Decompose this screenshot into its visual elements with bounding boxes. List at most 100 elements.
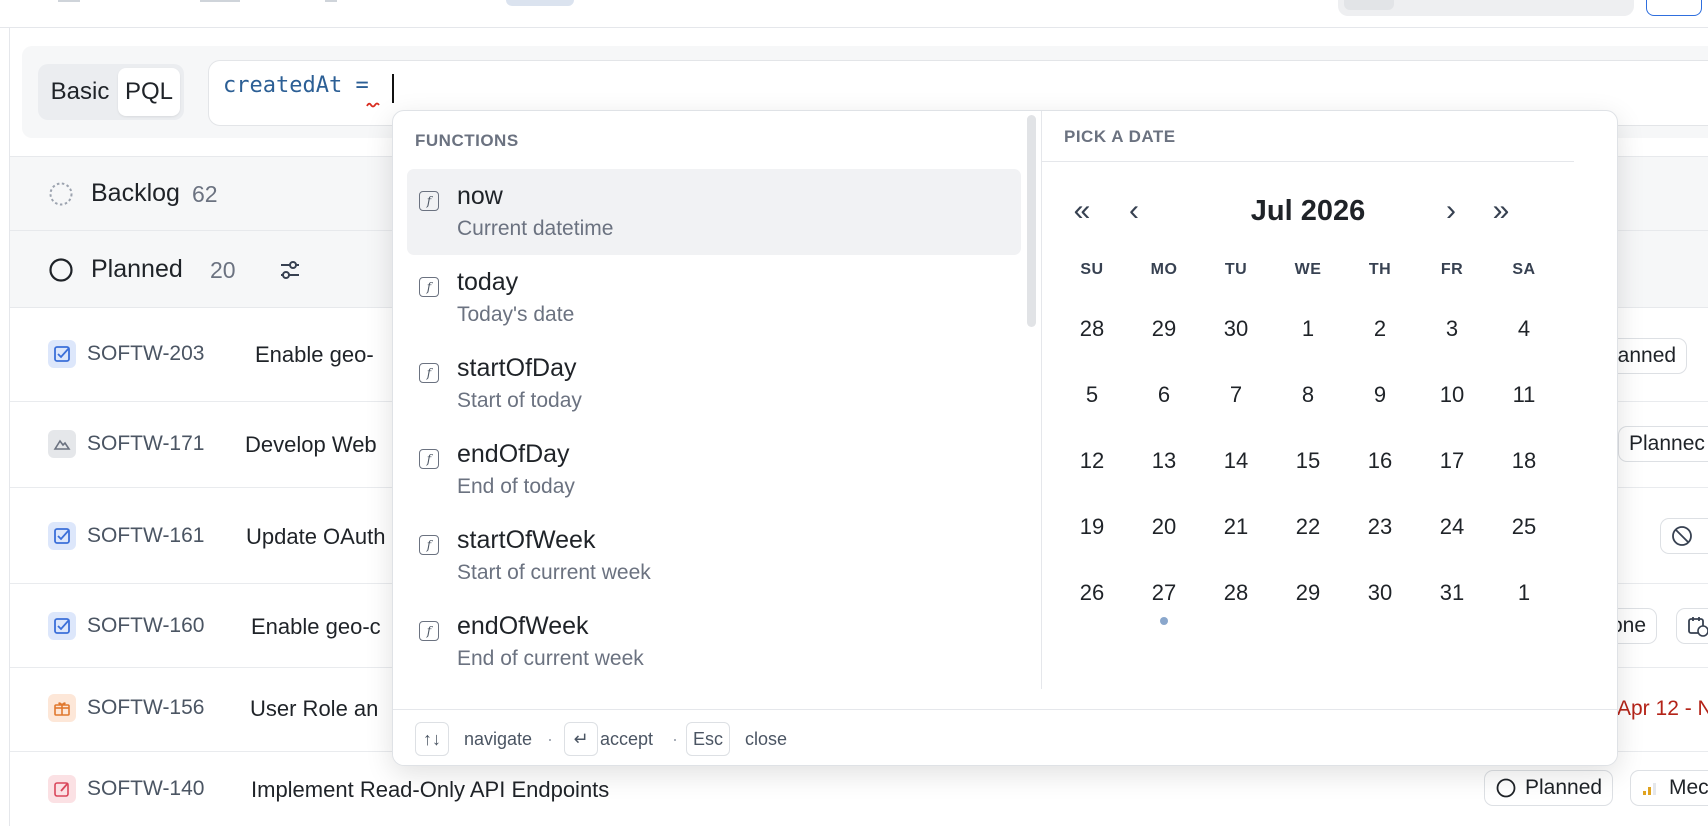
calendar-day[interactable]: 1 <box>1488 573 1560 613</box>
weekday-label: FR <box>1440 261 1464 278</box>
issue-id: SOFTW-161 <box>87 524 205 547</box>
next-month-icon[interactable]: › <box>1435 191 1467 231</box>
navigate-hint: navigate <box>464 729 533 749</box>
calendar-day[interactable]: 13 <box>1128 441 1200 481</box>
toolbar-fragment <box>200 0 240 2</box>
function-icon: f <box>419 449 439 469</box>
calendar-day[interactable]: 30 <box>1200 309 1272 349</box>
calendar-day[interactable]: 8 <box>1272 375 1344 415</box>
calendar-day[interactable]: 9 <box>1344 375 1416 415</box>
prev-year-icon[interactable]: « <box>1066 191 1098 231</box>
calendar-day[interactable]: 10 <box>1416 375 1488 415</box>
weekday-label: TU <box>1224 261 1248 278</box>
calendar-day[interactable]: 16 <box>1344 441 1416 481</box>
date-chip[interactable] <box>1676 608 1708 644</box>
calendar-day[interactable]: 12 <box>1056 441 1128 481</box>
function-icon: f <box>419 621 439 641</box>
calendar-day[interactable]: 15 <box>1272 441 1344 481</box>
calendar-day[interactable]: 28 <box>1056 309 1128 349</box>
status-chip[interactable]: Planned <box>1484 770 1614 806</box>
calendar-day[interactable]: 23 <box>1344 507 1416 547</box>
function-description: Start of today <box>457 389 582 412</box>
calendar-day[interactable]: 29 <box>1272 573 1344 613</box>
function-item[interactable]: f today Today's date <box>407 255 1021 341</box>
blocked-chip[interactable] <box>1660 518 1708 554</box>
calendar-day[interactable]: 28 <box>1200 573 1272 613</box>
calendar-day[interactable]: 5 <box>1056 375 1128 415</box>
due-date-range[interactable]: Apr 12 - N <box>1617 697 1708 721</box>
date-picker-panel: PICK A DATE Jul 2026 « ‹ › » SU MO TU WE TH F… <box>1042 111 1617 711</box>
group-label: Planned <box>91 255 183 283</box>
calendar-day[interactable]: 3 <box>1416 309 1488 349</box>
function-item[interactable]: f now Current datetime <box>407 169 1021 255</box>
calendar-day[interactable]: 19 <box>1056 507 1128 547</box>
calendar-day[interactable]: 14 <box>1200 441 1272 481</box>
syntax-error-squiggle <box>366 102 380 108</box>
backlog-status-icon <box>49 182 73 206</box>
function-name: endOfWeek <box>457 612 589 640</box>
prev-month-icon[interactable]: ‹ <box>1118 191 1150 231</box>
group-settings-icon[interactable] <box>278 258 302 282</box>
planned-status-icon <box>1496 778 1516 798</box>
issue-id: SOFTW-171 <box>87 432 205 455</box>
mode-basic-button[interactable]: Basic <box>42 68 118 116</box>
function-item[interactable]: f endOfWeek End of current week <box>407 599 1021 685</box>
functions-scrollbar[interactable] <box>1027 115 1036 327</box>
calendar-day[interactable]: 1 <box>1272 309 1344 349</box>
hint-separator: · <box>672 729 678 749</box>
group-count: 62 <box>192 181 218 207</box>
calendar-day[interactable]: 31 <box>1416 573 1488 613</box>
calendar-day[interactable]: 2 <box>1344 309 1416 349</box>
calendar-day[interactable]: 17 <box>1416 441 1488 481</box>
text-caret <box>392 74 394 103</box>
query-operator: = <box>355 73 369 98</box>
calendar-day[interactable]: 7 <box>1200 375 1272 415</box>
function-item[interactable]: f endOfDay End of today <box>407 427 1021 513</box>
function-icon: f <box>419 535 439 555</box>
function-name: startOfWeek <box>457 526 596 554</box>
weekday-label: SU <box>1080 261 1104 278</box>
toolbar-tab-pill[interactable] <box>506 0 574 6</box>
calendar-day[interactable]: 27 <box>1128 573 1200 613</box>
calendar-day[interactable]: 30 <box>1344 573 1416 613</box>
accept-hint: accept <box>600 729 654 749</box>
calendar-day[interactable]: 6 <box>1128 375 1200 415</box>
weekday-label: TH <box>1368 261 1392 278</box>
priority-chip-label: Mec <box>1669 776 1708 799</box>
status-chip[interactable]: Plannec <box>1618 426 1708 462</box>
function-name: endOfDay <box>457 440 570 468</box>
function-description: End of today <box>457 475 575 498</box>
function-description: End of current week <box>457 647 644 670</box>
blocked-icon <box>1672 526 1692 546</box>
navigate-key: ↑↓ <box>415 722 449 756</box>
calendar-day[interactable]: 26 <box>1056 573 1128 613</box>
issue-id: SOFTW-140 <box>87 777 205 800</box>
calendar-day[interactable]: 24 <box>1416 507 1488 547</box>
toolbar-action-button[interactable] <box>1646 0 1702 16</box>
calendar-day[interactable]: 4 <box>1488 309 1560 349</box>
view-toggle[interactable] <box>1338 0 1634 16</box>
mode-pql-button[interactable]: PQL <box>118 68 180 116</box>
functions-header: FUNCTIONS <box>415 131 519 150</box>
close-hint: close <box>745 729 788 749</box>
function-item[interactable]: f startOfDay Start of today <box>407 341 1021 427</box>
calendar-day[interactable]: 20 <box>1128 507 1200 547</box>
calendar-day[interactable]: 29 <box>1128 309 1200 349</box>
function-icon: f <box>419 277 439 297</box>
function-name: startOfDay <box>457 354 577 382</box>
function-item[interactable]: f startOfWeek Start of current week <box>407 513 1021 599</box>
calendar-clock-icon <box>1688 617 1708 637</box>
weekday-label: MO <box>1150 261 1178 278</box>
calendar-day[interactable]: 18 <box>1488 441 1560 481</box>
calendar-day[interactable]: 22 <box>1272 507 1344 547</box>
calendar-day[interactable]: 11 <box>1488 375 1560 415</box>
view-toggle-active-segment[interactable] <box>1344 0 1394 10</box>
issue-title: Implement Read-Only API Endpoints <box>251 777 610 802</box>
issue-title: User Role an <box>250 696 379 721</box>
next-year-icon[interactable]: » <box>1485 191 1517 231</box>
accept-key: ↵ <box>564 722 598 756</box>
calendar-day[interactable]: 25 <box>1488 507 1560 547</box>
priority-chip[interactable]: Mec <box>1630 770 1708 806</box>
calendar-day[interactable]: 21 <box>1200 507 1272 547</box>
edit-icon <box>48 775 76 803</box>
